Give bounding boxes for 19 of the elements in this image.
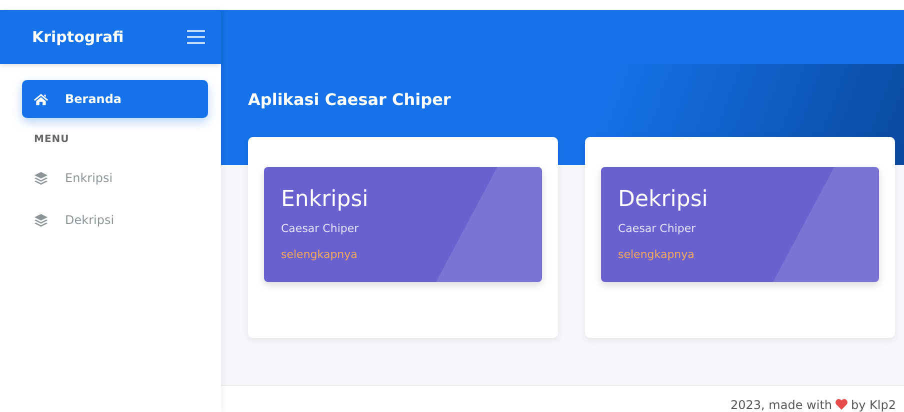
- tile-subtitle: Caesar Chiper: [281, 222, 360, 235]
- layers-icon: [33, 170, 49, 186]
- layers-icon: [33, 212, 49, 228]
- heart-icon: [835, 398, 848, 410]
- more-link[interactable]: selengkapnya: [281, 248, 358, 261]
- tile-subtitle: Caesar Chiper: [618, 222, 697, 235]
- section-heading: MENU: [33, 133, 70, 147]
- home-icon: [33, 92, 49, 106]
- sidebar-item[interactable]: Beranda: [22, 80, 208, 118]
- sidebar-item[interactable]: Enkripsi: [22, 159, 208, 197]
- sidebar-item[interactable]: Dekripsi: [22, 201, 208, 239]
- footer-text: by Klp2: [851, 398, 896, 412]
- brand-title: Kriptografi: [32, 28, 124, 46]
- footer-text: 2023, made with: [730, 398, 832, 412]
- tile-title: Enkripsi: [281, 187, 370, 212]
- more-link[interactable]: selengkapnya: [618, 248, 694, 261]
- page-title: Aplikasi Caesar Chiper: [247, 89, 452, 111]
- tile-title: Dekripsi: [618, 187, 709, 212]
- menu-icon[interactable]: [187, 30, 205, 44]
